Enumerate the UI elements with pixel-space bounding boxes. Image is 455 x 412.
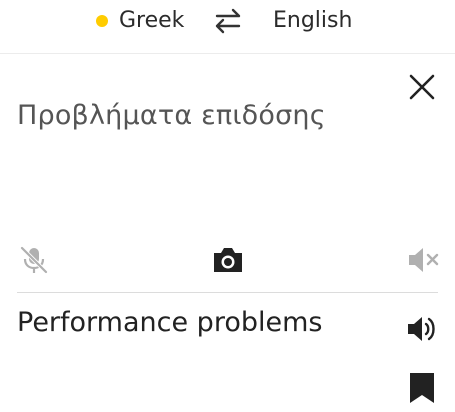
camera-icon[interactable] — [211, 245, 245, 275]
active-language-dot — [96, 15, 108, 27]
speaker-icon[interactable] — [405, 313, 439, 345]
divider — [17, 292, 438, 293]
source-language-button[interactable]: Greek — [119, 9, 184, 33]
bookmark-icon[interactable] — [408, 371, 436, 405]
translation-text: Performance problems — [17, 307, 323, 338]
target-language-button[interactable]: English — [273, 9, 352, 33]
language-bar: Greek English — [0, 0, 455, 54]
mic-off-icon[interactable] — [18, 244, 50, 276]
source-text[interactable]: Προβλήματα επιδόσης — [17, 100, 326, 131]
volume-mute-icon[interactable] — [406, 245, 440, 275]
clear-icon[interactable] — [406, 71, 438, 103]
swap-languages-icon[interactable] — [211, 7, 245, 35]
